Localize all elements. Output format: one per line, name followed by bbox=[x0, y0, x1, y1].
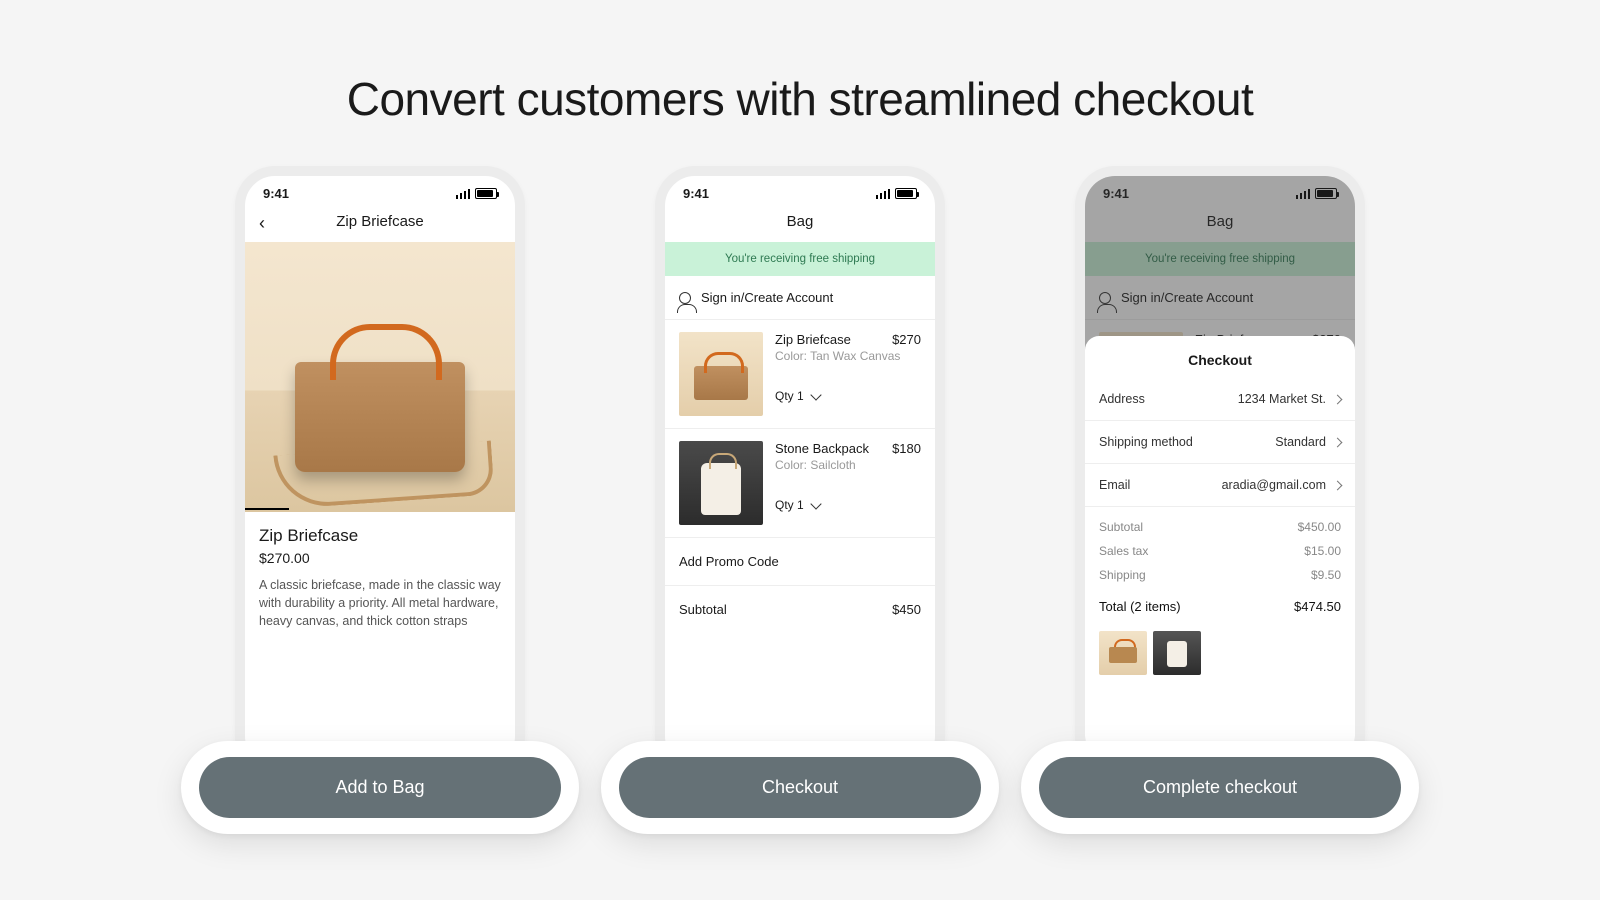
qty-selector[interactable]: Qty 1 bbox=[775, 389, 921, 403]
shipping-value: $9.50 bbox=[1311, 568, 1341, 582]
product-description: A classic briefcase, made in the classic… bbox=[259, 576, 501, 630]
totals-block: Subtotal $450.00 Sales tax $15.00 Shipping… bbox=[1085, 507, 1355, 619]
phone-bag: 9:41 Bag You're receiving free shipping … bbox=[655, 166, 945, 776]
shipping-method-row[interactable]: Shipping method Standard bbox=[1085, 421, 1355, 464]
total-value: $474.50 bbox=[1294, 599, 1341, 614]
row-label: Shipping method bbox=[1099, 435, 1193, 449]
free-shipping-banner: You're receiving free shipping bbox=[665, 242, 935, 276]
qty-selector[interactable]: Qty 1 bbox=[775, 498, 921, 512]
nav-title: Bag bbox=[787, 213, 814, 230]
checkout-button[interactable]: Checkout bbox=[619, 757, 981, 818]
shipping-label: Shipping bbox=[1099, 568, 1146, 582]
signal-icon bbox=[456, 189, 471, 199]
thumb-backpack bbox=[1153, 631, 1201, 675]
signin-label: Sign in/Create Account bbox=[701, 290, 833, 305]
tax-label: Sales tax bbox=[1099, 544, 1148, 558]
product-image bbox=[245, 242, 515, 512]
nav-bar: Bag bbox=[665, 205, 935, 242]
status-time: 9:41 bbox=[263, 186, 289, 201]
back-button[interactable]: ‹ bbox=[259, 213, 265, 234]
row-label: Address bbox=[1099, 392, 1145, 406]
hero-title: Convert customers with streamlined check… bbox=[0, 0, 1600, 166]
subtotal-row: Subtotal $450 bbox=[665, 586, 935, 633]
tax-value: $15.00 bbox=[1304, 544, 1341, 558]
item-price: $270 bbox=[892, 332, 921, 347]
item-color: Color: Sailcloth bbox=[775, 458, 921, 472]
complete-checkout-button[interactable]: Complete checkout bbox=[1039, 757, 1401, 818]
cta-card: Checkout bbox=[601, 741, 999, 834]
total-label: Total (2 items) bbox=[1099, 599, 1181, 614]
person-icon bbox=[679, 292, 691, 304]
signal-icon bbox=[876, 189, 891, 199]
status-time: 9:41 bbox=[683, 186, 709, 201]
promo-code-link[interactable]: Add Promo Code bbox=[665, 538, 935, 586]
qty-label: Qty 1 bbox=[775, 389, 804, 403]
promo-label: Add Promo Code bbox=[679, 554, 779, 569]
subtotal-label: Subtotal bbox=[1099, 520, 1143, 534]
chevron-down-icon bbox=[810, 498, 821, 509]
signin-link[interactable]: Sign in/Create Account bbox=[665, 276, 935, 320]
chevron-down-icon bbox=[810, 389, 821, 400]
nav-title: Zip Briefcase bbox=[336, 213, 424, 230]
order-thumbs bbox=[1085, 619, 1355, 675]
item-thumb bbox=[679, 332, 763, 416]
cart-item: Zip Briefcase Color: Tan Wax Canvas Qty … bbox=[665, 320, 935, 429]
phone-checkout: 9:41 Bag You're receiving free shipping … bbox=[1075, 166, 1365, 776]
add-to-bag-button[interactable]: Add to Bag bbox=[199, 757, 561, 818]
checkout-sheet: Checkout Address 1234 Market St. Shippin… bbox=[1085, 336, 1355, 766]
subtotal-value: $450 bbox=[892, 602, 921, 617]
sheet-title: Checkout bbox=[1085, 352, 1355, 368]
subtotal-label: Subtotal bbox=[679, 602, 727, 617]
battery-icon bbox=[895, 188, 917, 199]
email-row[interactable]: Email aradia@gmail.com bbox=[1085, 464, 1355, 507]
status-bar: 9:41 bbox=[245, 176, 515, 205]
cta-card: Complete checkout bbox=[1021, 741, 1419, 834]
cta-card: Add to Bag bbox=[181, 741, 579, 834]
phone-row: 9:41 ‹ Zip Briefcase Zip Briefcase $270.… bbox=[0, 166, 1600, 776]
battery-icon bbox=[475, 188, 497, 199]
nav-bar: ‹ Zip Briefcase bbox=[245, 205, 515, 242]
phone-product: 9:41 ‹ Zip Briefcase Zip Briefcase $270.… bbox=[235, 166, 525, 776]
chevron-right-icon bbox=[1333, 437, 1343, 447]
qty-label: Qty 1 bbox=[775, 498, 804, 512]
status-bar: 9:41 bbox=[665, 176, 935, 205]
product-price: $270.00 bbox=[259, 550, 501, 566]
row-label: Email bbox=[1099, 478, 1130, 492]
item-thumb bbox=[679, 441, 763, 525]
row-value: aradia@gmail.com bbox=[1222, 478, 1326, 492]
thumb-briefcase bbox=[1099, 631, 1147, 675]
product-title: Zip Briefcase bbox=[259, 526, 501, 546]
cart-item: Stone Backpack Color: Sailcloth Qty 1 $1… bbox=[665, 429, 935, 538]
item-color: Color: Tan Wax Canvas bbox=[775, 349, 921, 363]
chevron-right-icon bbox=[1333, 480, 1343, 490]
item-price: $180 bbox=[892, 441, 921, 456]
row-value: 1234 Market St. bbox=[1238, 392, 1326, 406]
row-value: Standard bbox=[1275, 435, 1326, 449]
chevron-right-icon bbox=[1333, 394, 1343, 404]
address-row[interactable]: Address 1234 Market St. bbox=[1085, 378, 1355, 421]
subtotal-value: $450.00 bbox=[1298, 520, 1341, 534]
